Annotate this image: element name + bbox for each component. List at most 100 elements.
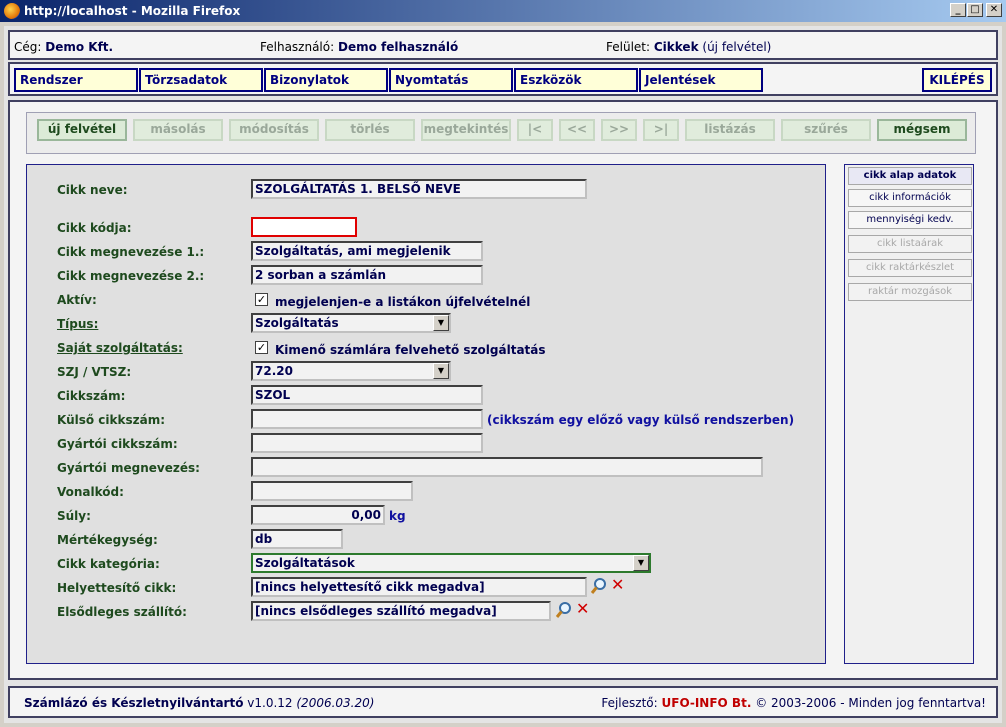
- developer-label: Fejlesztő:: [601, 696, 658, 710]
- ext-item-no-input[interactable]: [251, 409, 483, 429]
- category-selected: Szolgáltatások: [255, 556, 355, 570]
- barcode-label: Vonalkód:: [57, 485, 124, 499]
- code-label: Cikk kódja:: [57, 221, 132, 235]
- menu-eszkozok[interactable]: Eszközök: [514, 68, 638, 92]
- search-icon[interactable]: [555, 601, 573, 619]
- delete-button[interactable]: törlés: [325, 119, 415, 141]
- company-label: Cég:: [14, 40, 42, 54]
- substitute-field: [nincs helyettesítő cikk megadva]: [251, 577, 587, 597]
- type-select[interactable]: Szolgáltatás ▼: [251, 313, 451, 333]
- desc1-input[interactable]: Szolgáltatás, ami megjelenik: [251, 241, 483, 261]
- desc1-label: Cikk megnevezése 1.:: [57, 245, 205, 259]
- list-button[interactable]: listázás: [685, 119, 775, 141]
- item-no-input[interactable]: SZOL: [251, 385, 483, 405]
- ext-item-note: (cikkszám egy előző vagy külső rendszerb…: [487, 413, 795, 427]
- szj-label: SZJ / VTSZ:: [57, 365, 132, 379]
- ext-item-no-label: Külső cikkszám:: [57, 413, 166, 427]
- clear-icon[interactable]: ✕: [576, 601, 589, 617]
- supplier-label: Elsődleges szállító:: [57, 605, 187, 619]
- copy-button[interactable]: másolás: [133, 119, 223, 141]
- own-service-label-link[interactable]: Saját szolgáltatás:: [57, 341, 183, 355]
- window-titlebar: http://localhost - Mozilla Firefox _ □ ✕: [0, 0, 1006, 22]
- own-service-checkbox[interactable]: ✓: [255, 341, 268, 354]
- category-label: Cikk kategória:: [57, 557, 160, 571]
- window-title: http://localhost - Mozilla Firefox: [24, 4, 241, 18]
- footer: Számlázó és Készletnyilvántartó v1.0.12 …: [8, 686, 998, 718]
- user-info: Felhasználó: Demo felhasználó: [260, 40, 458, 54]
- substitute-label: Helyettesítő cikk:: [57, 581, 177, 595]
- side-panel: cikk alap adatok cikk információk mennyi…: [844, 164, 974, 664]
- side-tab-stock[interactable]: cikk raktárkészlet: [848, 259, 972, 277]
- last-record-button[interactable]: >|: [643, 119, 679, 141]
- unit-label: Mértékegység:: [57, 533, 158, 547]
- weight-input[interactable]: 0,00: [251, 505, 385, 525]
- company-name: Demo Kft.: [45, 40, 114, 54]
- dropdown-arrow-icon: ▼: [633, 555, 649, 571]
- cancel-button[interactable]: mégsem: [877, 119, 967, 141]
- user-label: Felhasználó:: [260, 40, 335, 54]
- name-label: Cikk neve:: [57, 183, 128, 197]
- app-date: (2006.03.20): [296, 696, 375, 710]
- side-tab-stock-movements[interactable]: raktár mozgások: [848, 283, 972, 301]
- menu-rendszer[interactable]: Rendszer: [14, 68, 138, 92]
- name-input[interactable]: SZOLGÁLTATÁS 1. BELSŐ NEVE: [251, 179, 587, 199]
- action-toolbar: új felvétel másolás módosítás törlés meg…: [26, 112, 976, 154]
- main-menu: Rendszer Törzsadatok Bizonylatok Nyomtat…: [8, 62, 998, 96]
- active-label: Aktív:: [57, 293, 97, 307]
- supplier-field: [nincs elsődleges szállító megadva]: [251, 601, 551, 621]
- category-select[interactable]: Szolgáltatások ▼: [251, 553, 651, 573]
- search-icon[interactable]: [590, 577, 608, 595]
- logout-button[interactable]: KILÉPÉS: [922, 68, 992, 92]
- type-label-link[interactable]: Típus:: [57, 317, 98, 331]
- type-selected: Szolgáltatás: [255, 316, 339, 330]
- modify-button[interactable]: módosítás: [229, 119, 319, 141]
- maximize-button[interactable]: □: [967, 3, 983, 17]
- side-tab-basic-data[interactable]: cikk alap adatok: [848, 167, 972, 185]
- menu-bizonylatok[interactable]: Bizonylatok: [264, 68, 388, 92]
- first-record-button[interactable]: |<: [517, 119, 553, 141]
- firefox-icon: [4, 3, 20, 19]
- user-name: Demo felhasználó: [337, 40, 459, 54]
- minimize-button[interactable]: _: [950, 3, 966, 17]
- side-tab-list-prices[interactable]: cikk listaárak: [848, 235, 972, 253]
- prev-record-button[interactable]: <<: [559, 119, 595, 141]
- clear-icon[interactable]: ✕: [611, 577, 624, 593]
- side-tab-information[interactable]: cikk információk: [848, 189, 972, 207]
- active-checkbox[interactable]: ✓: [255, 293, 268, 306]
- filter-button[interactable]: szűrés: [781, 119, 871, 141]
- barcode-input[interactable]: [251, 481, 413, 501]
- menu-torzsadatok[interactable]: Törzsadatok: [139, 68, 263, 92]
- new-record-button[interactable]: új felvétel: [37, 119, 127, 141]
- developer-info: Fejlesztő: UFO-INFO Bt. © 2003-2006 - Mi…: [601, 696, 986, 710]
- mfr-item-no-label: Gyártói cikkszám:: [57, 437, 178, 451]
- szj-selected: 72.20: [255, 364, 293, 378]
- dropdown-arrow-icon: ▼: [433, 315, 449, 331]
- desc2-label: Cikk megnevezése 2.:: [57, 269, 205, 283]
- company-info: Cég: Demo Kft.: [14, 40, 113, 54]
- mfr-name-input[interactable]: [251, 457, 763, 477]
- code-input[interactable]: [251, 217, 357, 237]
- mfr-item-no-input[interactable]: [251, 433, 483, 453]
- item-no-label: Cikkszám:: [57, 389, 126, 403]
- view-button[interactable]: megtekintés: [421, 119, 511, 141]
- copyright: © 2003-2006 - Minden jog fenntartva!: [755, 696, 986, 710]
- szj-select[interactable]: 72.20 ▼: [251, 361, 451, 381]
- active-text: megjelenjen-e a listákon újfelvételnél: [275, 295, 531, 309]
- mfr-name-label: Gyártói megnevezés:: [57, 461, 200, 475]
- close-window-button[interactable]: ✕: [986, 3, 1002, 17]
- menu-nyomtatas[interactable]: Nyomtatás: [389, 68, 513, 92]
- unit-input[interactable]: db: [251, 529, 343, 549]
- app-name: Számlázó és Készletnyilvántartó: [24, 696, 244, 710]
- app-info: Számlázó és Készletnyilvántartó v1.0.12 …: [24, 696, 374, 710]
- browser-content: Cég: Demo Kft. Felhasználó: Demo felhasz…: [4, 26, 1002, 723]
- next-record-button[interactable]: >>: [601, 119, 637, 141]
- info-bar: Cég: Demo Kft. Felhasználó: Demo felhasz…: [8, 30, 998, 60]
- item-form: Cikk neve: SZOLGÁLTATÁS 1. BELSŐ NEVE Ci…: [26, 164, 826, 664]
- menu-jelentesek[interactable]: Jelentések: [639, 68, 763, 92]
- desc2-input[interactable]: 2 sorban a számlán: [251, 265, 483, 285]
- app-version: v1.0.12: [247, 696, 293, 710]
- side-tab-quantity-discount[interactable]: mennyiségi kedv.: [848, 211, 972, 229]
- developer-name: UFO-INFO Bt.: [661, 696, 752, 710]
- surface-info: Felület: Cikkek (új felvétel): [606, 40, 771, 54]
- own-service-text: Kimenő számlára felvehető szolgáltatás: [275, 343, 546, 357]
